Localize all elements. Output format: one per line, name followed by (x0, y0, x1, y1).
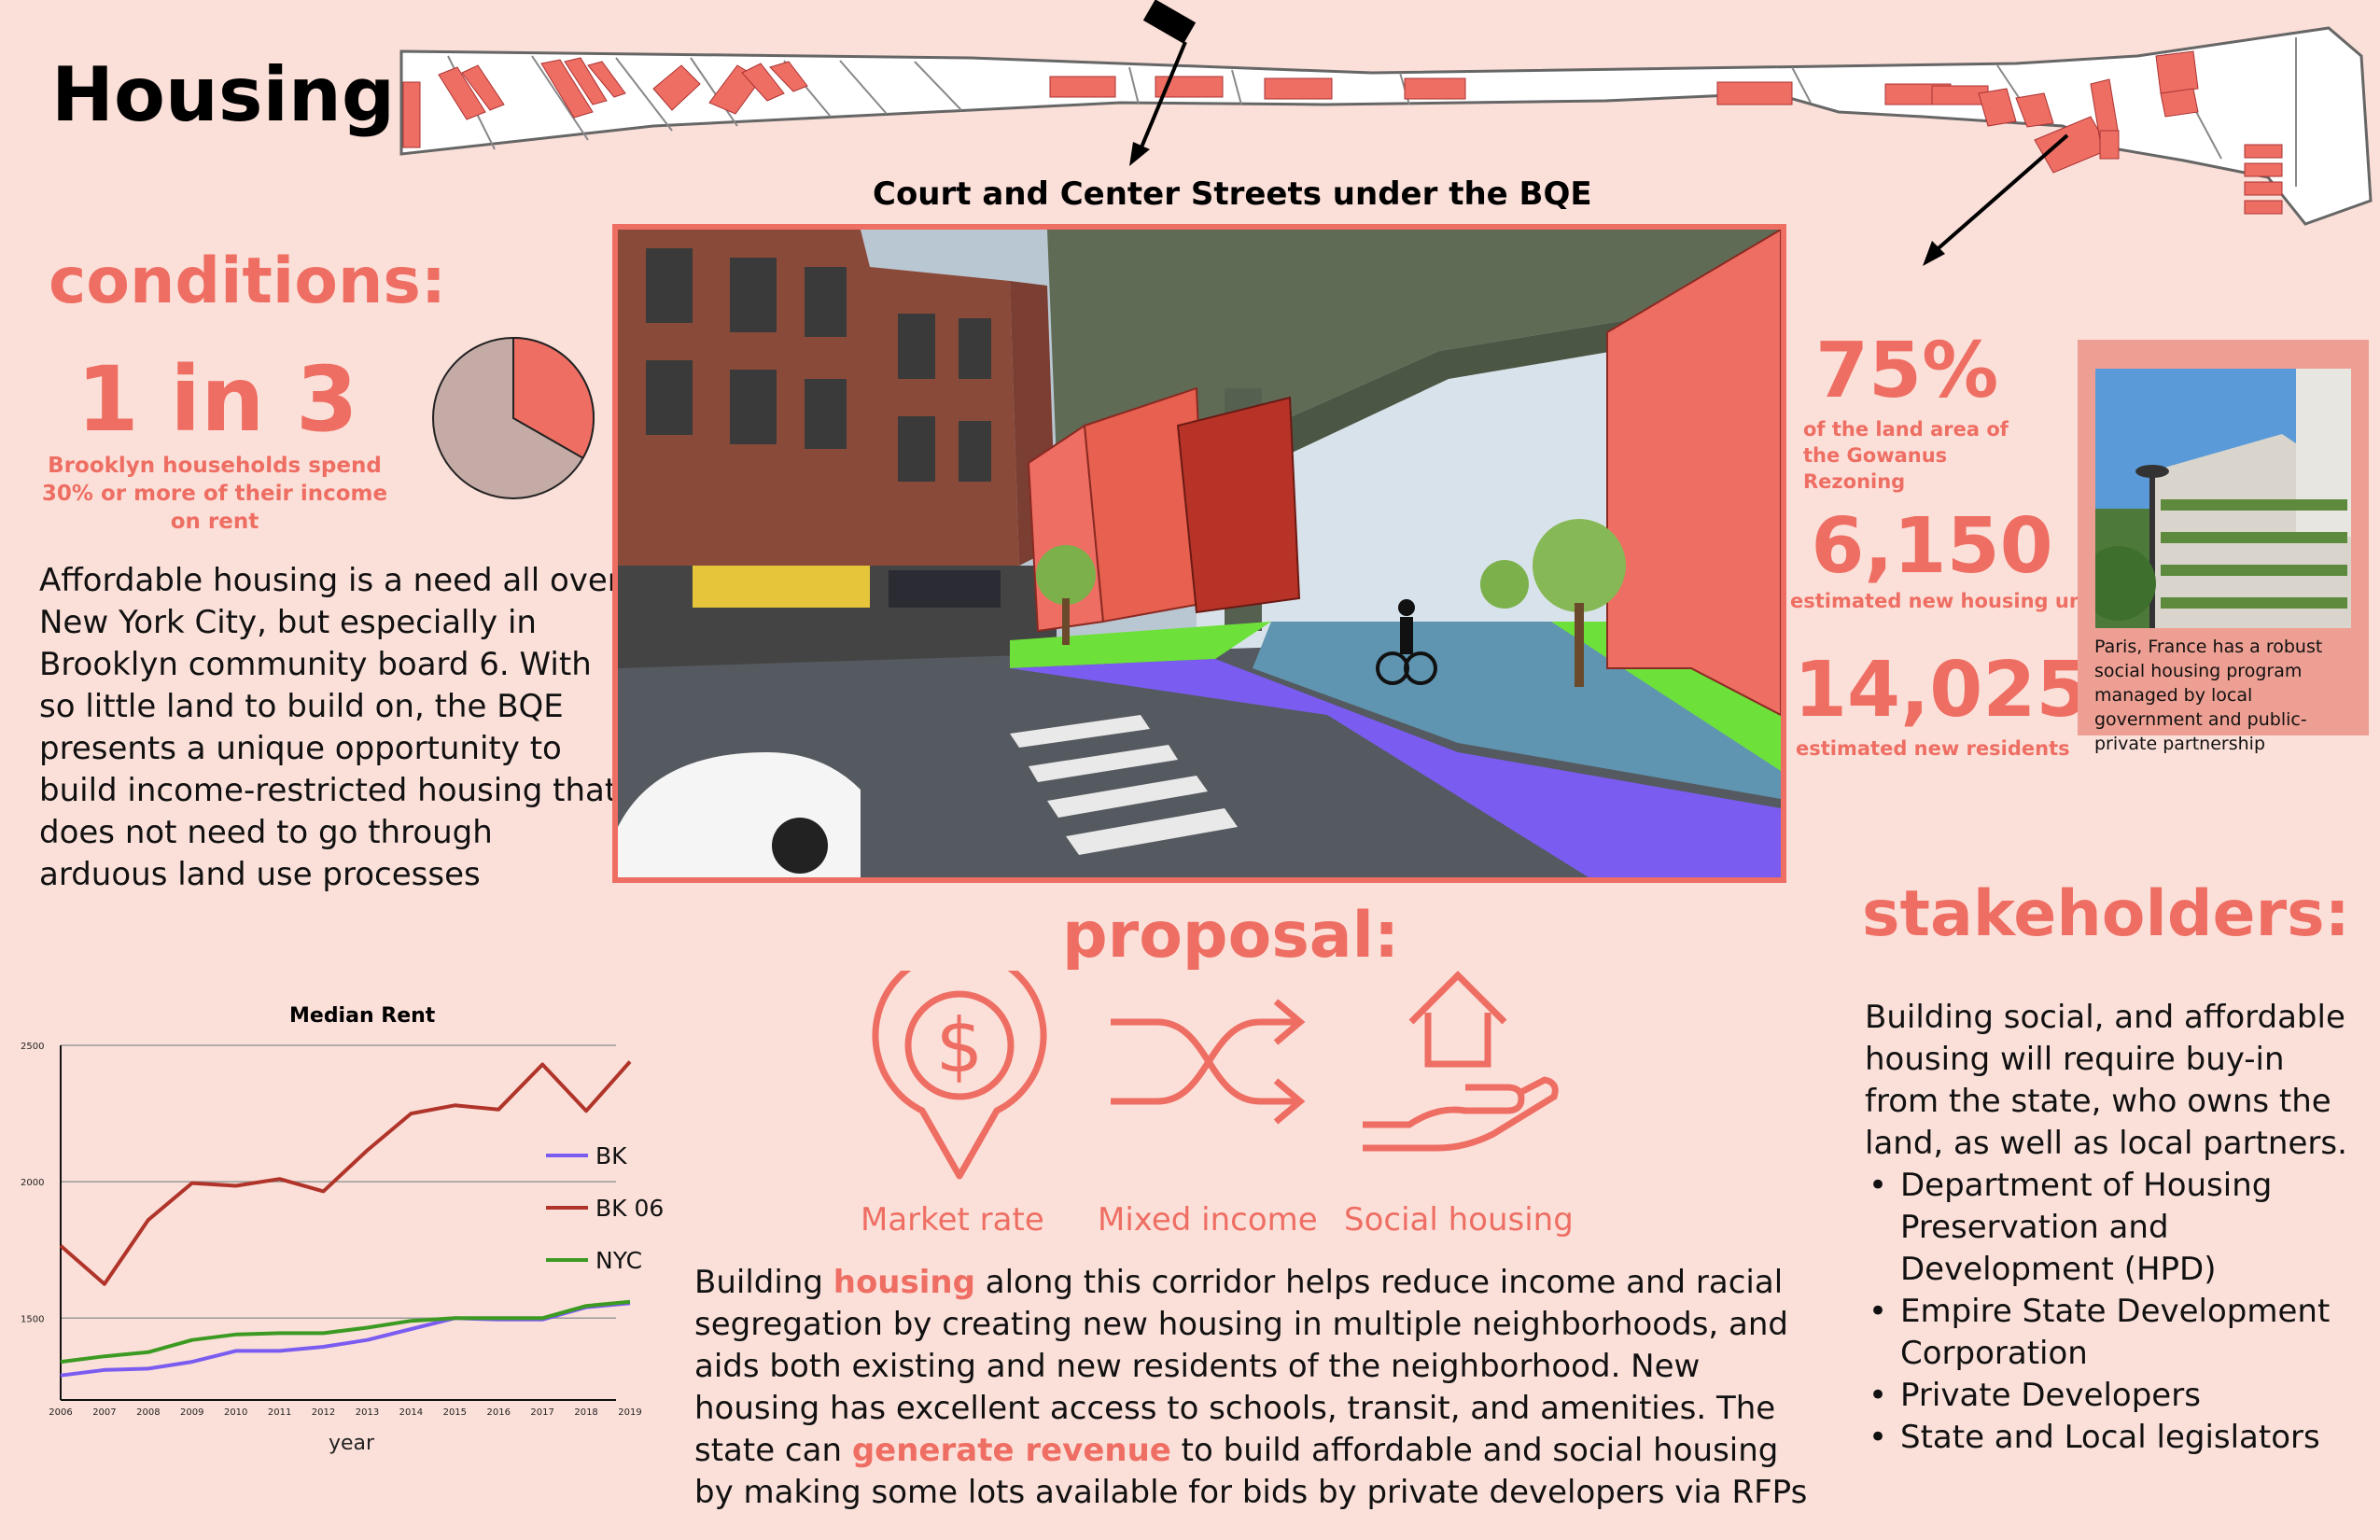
stat-residents-label: estimated new residents (1796, 737, 2070, 760)
x-tick-label: 2017 (530, 1407, 553, 1418)
rent-burden-pie (432, 336, 595, 499)
legend-label: NYC (595, 1247, 642, 1274)
list-item: State and Local legislators (1865, 1417, 2359, 1459)
stat-land-area-label: of the land area of the Gowanus Rezoning (1803, 418, 2009, 493)
median-rent-chart: 2500 2000 1500 2006 2007 2008 2009 2010 2011 2012… (21, 1042, 664, 1418)
conditions-body: Affordable housing is a need all over Ne… (39, 562, 621, 893)
page-title: Housing (51, 51, 396, 138)
series-line-bk (60, 1301, 631, 1378)
option-social-housing: Social housing (1344, 1201, 1574, 1239)
series-line-bk-06 (59, 1060, 632, 1286)
house-hand-icon (1363, 971, 1559, 1152)
x-tick-label: 2007 (92, 1407, 116, 1418)
chart-x-axis-label: year (329, 1432, 375, 1455)
list-item: Department of Housing Preservation and D… (1865, 1165, 2359, 1291)
y-tick-label: 1500 (21, 1314, 44, 1324)
x-tick-label: 2018 (574, 1407, 597, 1418)
svg-text:$: $ (936, 1002, 984, 1089)
highlight-housing: housing (833, 1264, 975, 1301)
x-tick-label: 2011 (268, 1407, 291, 1418)
option-mixed-income: Mixed income (1098, 1201, 1318, 1239)
proposal-body: Building housing along this corridor hel… (694, 1262, 1814, 1514)
conditions-heading: conditions: (49, 245, 447, 318)
stat-one-in-three: 1 in 3 (77, 347, 358, 452)
stat-housing-units-value: 6,150 (1811, 502, 2053, 591)
proposal-heading: proposal: (1062, 899, 1400, 973)
stakeholders-list: Department of Housing Preservation and D… (1865, 1165, 2359, 1459)
x-tick-label: 2019 (618, 1407, 641, 1418)
rent-burden-note: Brooklyn households spend 30% or more of… (41, 454, 388, 534)
stat-housing-units-label: estimated new housing units (1790, 590, 2111, 612)
list-item: Private Developers (1865, 1375, 2359, 1417)
x-tick-label: 2016 (487, 1407, 511, 1418)
series-line-nyc (60, 1299, 631, 1365)
x-tick-label: 2015 (443, 1407, 467, 1418)
legend-label: BK (595, 1142, 627, 1169)
y-tick-label: 2000 (21, 1178, 44, 1188)
arrow-to-stats (1930, 133, 2069, 256)
option-market-rate: Market rate (861, 1201, 1044, 1239)
body-part: Building (694, 1264, 833, 1301)
x-tick-label: 2013 (356, 1407, 379, 1418)
x-tick-label: 2012 (312, 1407, 335, 1418)
legend-label: BK 06 (595, 1195, 664, 1222)
stakeholders-intro: Building social, and affordable housing … (1865, 999, 2347, 1162)
shuffle-icon (1111, 999, 1306, 1125)
dollar-pin-icon: $ (872, 971, 1047, 1180)
list-item: Empire State Development Corporation (1865, 1291, 2359, 1375)
stat-residents-value: 14,025 (1794, 646, 2090, 735)
street-rendering-photo (612, 224, 1786, 883)
x-tick-label: 2008 (136, 1407, 160, 1418)
x-tick-label: 2014 (399, 1407, 423, 1418)
photo-caption: Court and Center Streets under the BQE (873, 175, 1592, 213)
stakeholders-heading: stakeholders: (1862, 877, 2350, 951)
stat-land-area-value: 75% (1815, 327, 1999, 415)
y-tick-label: 2500 (21, 1042, 44, 1052)
x-tick-label: 2006 (49, 1407, 72, 1418)
chart-title: Median Rent (289, 1004, 436, 1028)
highlight-generate-revenue: generate revenue (851, 1432, 1171, 1469)
paris-housing-photo (2095, 369, 2351, 628)
x-tick-label: 2009 (180, 1407, 203, 1418)
paris-caption: Paris, France has a robust social housin… (2094, 637, 2323, 754)
camera-icon (1142, 0, 1197, 44)
x-tick-label: 2010 (224, 1407, 247, 1418)
